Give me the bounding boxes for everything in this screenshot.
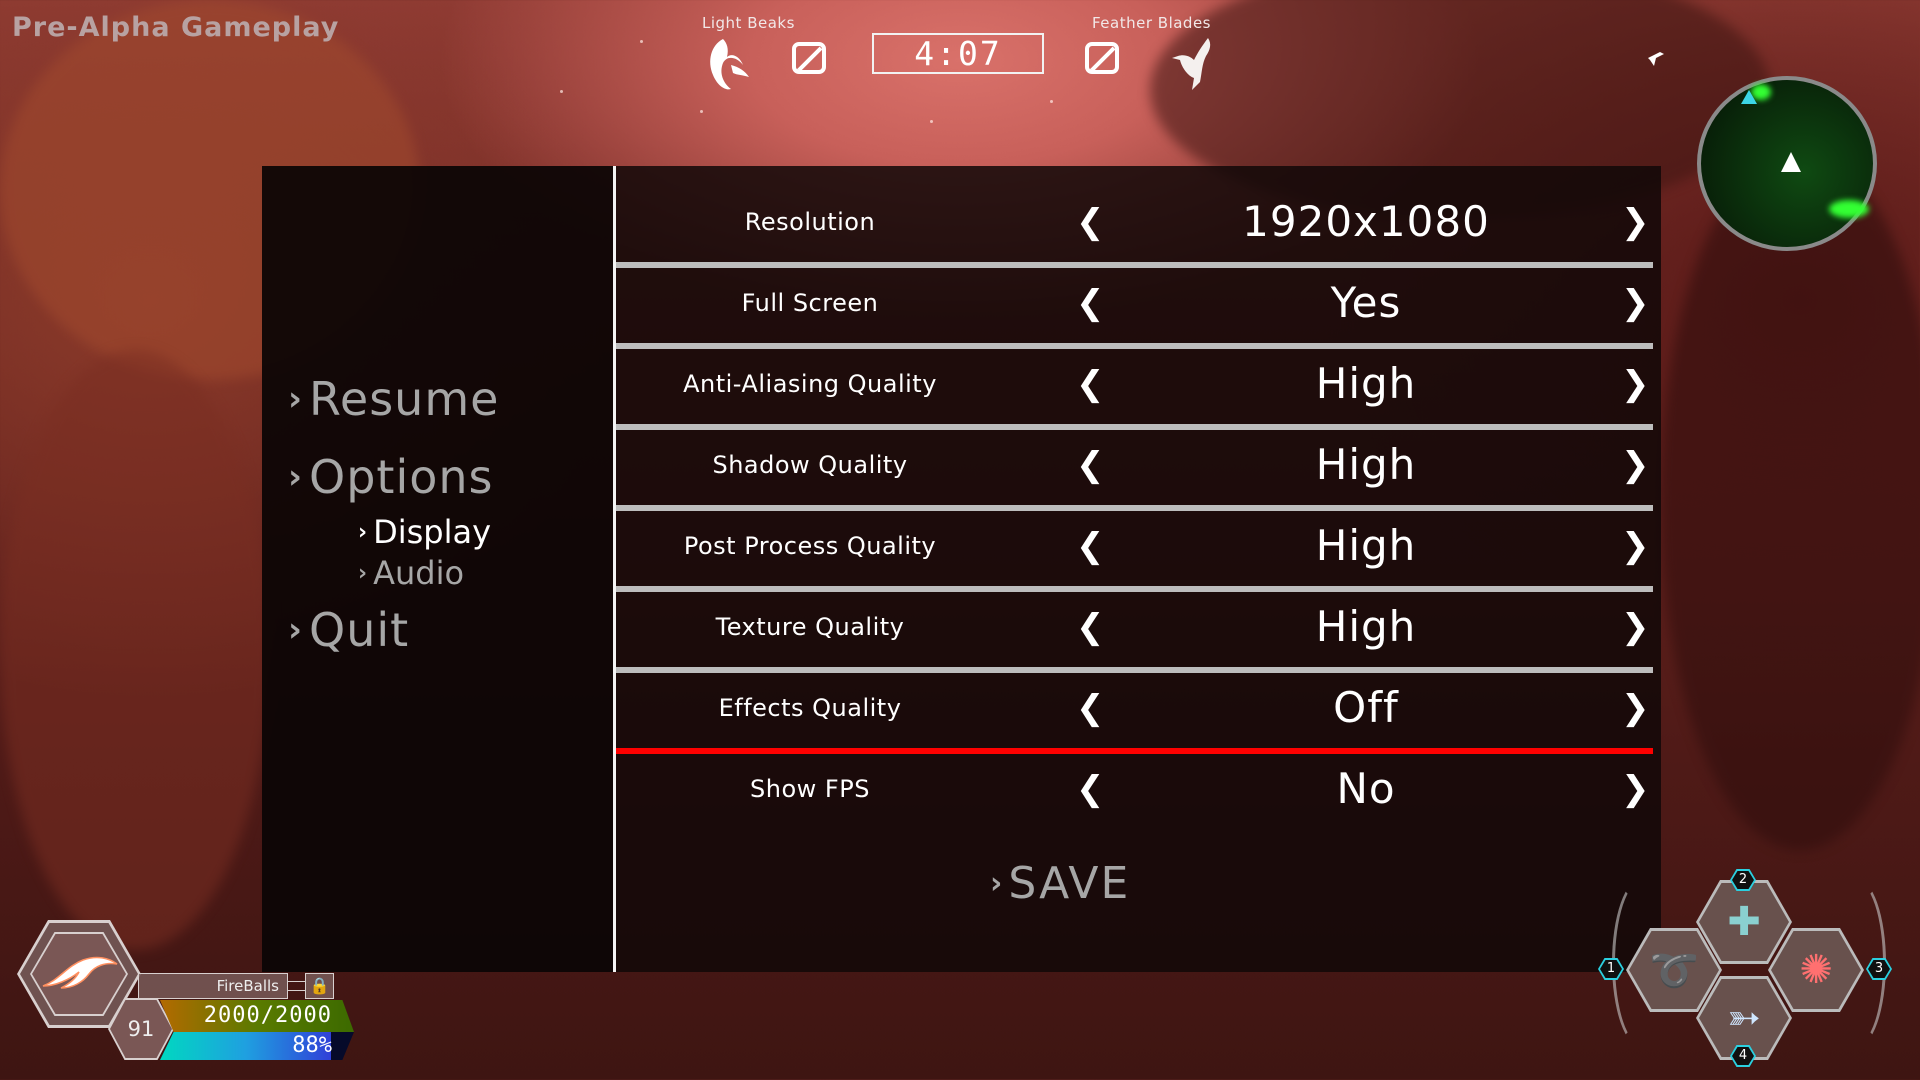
menu-quit-label: Quit [309, 603, 410, 657]
setting-label: Texture Quality [715, 613, 905, 641]
snow-particle [1050, 100, 1053, 103]
ability-slot-key: 3 [1868, 960, 1890, 978]
team-right-label: Feather Blades [1092, 14, 1211, 32]
setting-value: High [1315, 440, 1417, 489]
setting-label: Post Process Quality [683, 532, 937, 560]
setting-row[interactable]: Post Process Quality ❮ High ❯ [616, 508, 1653, 584]
setting-value: High [1315, 359, 1417, 408]
setting-row[interactable]: Full Screen ❮ Yes ❯ [616, 265, 1653, 341]
ability-slot-key: 2 [1732, 871, 1754, 889]
chevron-left-icon[interactable]: ❮ [1076, 346, 1105, 422]
chevron-right-icon: › [288, 379, 304, 419]
menu-options[interactable]: › Options [288, 450, 494, 504]
submenu-audio[interactable]: › Audio [358, 554, 464, 592]
phoenix-icon [703, 35, 751, 93]
clock-burst-icon: ✺ [1771, 931, 1861, 1009]
mana-value: 88% [292, 1033, 332, 1058]
setting-label: Anti-Aliasing Quality [683, 370, 937, 398]
player-arrow-icon [1781, 152, 1801, 172]
match-timer: 4:07 [872, 33, 1044, 74]
team-left-score: 0 [792, 42, 826, 74]
skill-lock-connector [288, 981, 305, 991]
setting-row[interactable]: Shadow Quality ❮ High ❯ [616, 427, 1653, 503]
shield-cross-icon: ✚ [1699, 883, 1789, 961]
setting-row[interactable]: Show FPS ❮ No ❯ [616, 751, 1653, 827]
submenu-display[interactable]: › Display [358, 513, 491, 551]
background-foliage [0, 350, 270, 950]
chevron-right-icon: › [288, 457, 304, 497]
setting-value: No [1336, 764, 1396, 813]
snow-particle [930, 120, 933, 123]
setting-row[interactable]: Resolution ❮ 1920x1080 ❯ [616, 184, 1653, 260]
save-button-label: SAVE [1008, 858, 1131, 909]
setting-value: 1920x1080 [1242, 197, 1490, 246]
save-button[interactable]: › SAVE [990, 858, 1130, 909]
setting-value: High [1315, 602, 1417, 651]
minimap[interactable] [1697, 76, 1877, 251]
setting-label: Resolution [744, 208, 876, 236]
setting-row[interactable]: Texture Quality ❮ High ❯ [616, 589, 1653, 665]
submenu-display-label: Display [373, 513, 492, 551]
chevron-right-icon[interactable]: ❯ [1621, 184, 1650, 260]
ability-slot-key: 1 [1600, 960, 1622, 978]
setting-value: Yes [1330, 278, 1402, 327]
setting-row[interactable]: Anti-Aliasing Quality ❮ High ❯ [616, 346, 1653, 422]
setting-label: Shadow Quality [712, 451, 908, 479]
chevron-right-icon[interactable]: ❯ [1621, 346, 1650, 422]
chevron-right-icon[interactable]: ❯ [1621, 751, 1650, 827]
chevron-right-icon[interactable]: ❯ [1621, 427, 1650, 503]
team-left-label: Light Beaks [702, 14, 795, 32]
background-foliage [1660, 150, 1920, 850]
chevron-right-icon[interactable]: ❯ [1621, 508, 1650, 584]
snow-particle [640, 40, 643, 43]
health-bar: 2000/2000 [160, 1000, 354, 1032]
chevron-left-icon[interactable]: ❮ [1076, 265, 1105, 341]
bird-icon [1646, 50, 1666, 72]
chevron-left-icon[interactable]: ❮ [1076, 589, 1105, 665]
setting-label: Effects Quality [718, 694, 902, 722]
build-title: Pre-Alpha Gameplay [12, 12, 340, 43]
menu-options-label: Options [309, 450, 494, 504]
chevron-left-icon[interactable]: ❮ [1076, 508, 1105, 584]
team-right-score: 0 [1085, 42, 1119, 74]
setting-value: Off [1333, 683, 1399, 732]
ability-slot-key: 4 [1732, 1047, 1754, 1065]
minimap-blob [1829, 200, 1869, 218]
menu-resume[interactable]: › Resume [288, 372, 499, 426]
menu-resume-label: Resume [309, 372, 500, 426]
snow-particle [700, 110, 703, 113]
snow-particle [560, 90, 563, 93]
chevron-right-icon: › [358, 560, 368, 586]
submenu-audio-label: Audio [373, 554, 465, 592]
chevron-right-icon[interactable]: ❯ [1621, 670, 1650, 746]
spiral-icon: ➰ [1629, 931, 1719, 1009]
chevron-left-icon[interactable]: ❮ [1076, 427, 1105, 503]
setting-label: Full Screen [741, 289, 879, 317]
chevron-left-icon[interactable]: ❮ [1076, 670, 1105, 746]
chevron-right-icon: › [358, 519, 368, 545]
setting-label: Show FPS [750, 775, 870, 803]
setting-value: High [1315, 521, 1417, 570]
menu-quit[interactable]: › Quit [288, 603, 409, 657]
skill-name: FireBalls [138, 973, 288, 999]
chevron-right-icon[interactable]: ❯ [1621, 589, 1650, 665]
chevron-right-icon: › [288, 610, 304, 650]
chevron-left-icon[interactable]: ❮ [1076, 751, 1105, 827]
lock-icon[interactable]: 🔒 [305, 973, 334, 999]
chevron-right-icon[interactable]: ❯ [1621, 265, 1650, 341]
setting-row[interactable]: Effects Quality ❮ Off ❯ [616, 670, 1653, 746]
dove-icon [1168, 36, 1214, 92]
objective-marker-icon [1741, 90, 1757, 104]
chevron-left-icon[interactable]: ❮ [1076, 184, 1105, 260]
chevron-right-icon: › [990, 866, 1005, 901]
